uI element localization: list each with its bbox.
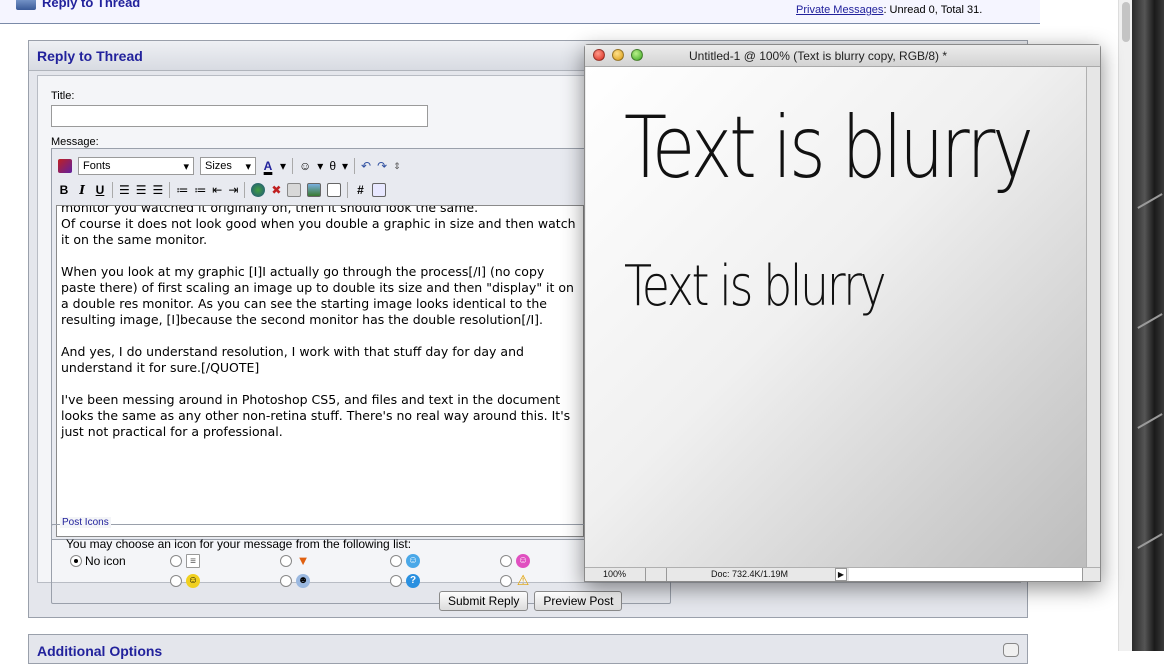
icon-radio[interactable] xyxy=(280,555,292,567)
ps-status-icon[interactable] xyxy=(645,568,667,581)
warning-icon: ⚠ xyxy=(516,572,530,588)
page-scrollbar-thumb[interactable] xyxy=(1122,2,1130,42)
question-icon: ? xyxy=(406,574,420,588)
align-right-icon[interactable]: ☰ xyxy=(153,183,164,197)
chevron-down-icon: ▾ xyxy=(245,160,251,173)
insert-link-icon[interactable] xyxy=(251,183,266,197)
background-photo-strip xyxy=(1132,0,1164,651)
post-icons-legend: Post Icons xyxy=(60,517,111,528)
ps-vertical-scrollbar[interactable] xyxy=(1086,67,1100,567)
zoom-window-button[interactable] xyxy=(631,49,643,61)
outdent-icon[interactable]: ⇤ xyxy=(212,183,222,197)
icon-radio[interactable] xyxy=(390,575,402,587)
ps-zoom-level[interactable]: 100% xyxy=(603,569,626,579)
insert-icon[interactable]: θ xyxy=(329,159,336,173)
icon-radio[interactable] xyxy=(170,575,182,587)
additional-options-header: Additional Options xyxy=(37,643,163,659)
message-paragraph: monitor you watched it originally on, th… xyxy=(61,205,576,247)
photoshop-document-window: Untitled-1 @ 100% (Text is blurry copy, … xyxy=(584,44,1101,582)
chevron-down-icon[interactable]: ▾ xyxy=(342,159,348,173)
quote-icon[interactable] xyxy=(327,183,342,197)
remove-link-icon[interactable]: ✖ xyxy=(271,183,281,197)
no-icon-radio[interactable] xyxy=(70,555,82,567)
chevron-down-icon[interactable]: ▾ xyxy=(280,159,286,173)
icon-radio[interactable] xyxy=(500,555,512,567)
chevron-down-icon: ▾ xyxy=(183,160,189,173)
message-paragraph: I've been messing around in Photoshop CS… xyxy=(61,392,571,439)
title-label: Title: xyxy=(51,90,75,102)
submit-row: Submit Reply Preview Post xyxy=(439,591,623,611)
icon-radio[interactable] xyxy=(390,555,402,567)
unordered-list-icon[interactable]: ≔ xyxy=(194,183,206,197)
ps-canvas[interactable]: Text is blurry Text is blurry xyxy=(586,67,1086,567)
cool-icon: ☻ xyxy=(296,574,310,588)
ps-status-bar: 100% Doc: 732.4K/1.19M ▶ xyxy=(585,567,1100,581)
italic-button[interactable]: I xyxy=(76,183,88,197)
size-select[interactable]: Sizes ▾ xyxy=(200,157,256,175)
no-icon-label: No icon xyxy=(85,554,126,568)
editor-toolbar: Fonts ▾ Sizes ▾ A ▾ ☺ ▾ θ ▾ ↶ ↷ ⇕ B I U … xyxy=(52,149,590,203)
top-reply-title-text: Reply to Thread xyxy=(42,0,141,10)
minimize-window-button[interactable] xyxy=(612,49,624,61)
remove-format-icon[interactable] xyxy=(58,159,72,173)
toolbar-row-2: B I U ☰ ☰ ☰ ≔ ≔ ⇤ ⇥ ✖ # xyxy=(58,179,387,201)
insert-email-icon[interactable] xyxy=(287,183,302,197)
grin-icon: ☺ xyxy=(516,554,530,568)
redo-icon[interactable]: ↷ xyxy=(377,159,387,173)
reply-thread-icon xyxy=(16,0,36,10)
undo-icon[interactable]: ↶ xyxy=(361,159,371,173)
toolbar-row-1: Fonts ▾ Sizes ▾ A ▾ ☺ ▾ θ ▾ ↶ ↷ ⇕ xyxy=(58,155,401,177)
message-paragraph: When you look at my graphic [I]I actuall… xyxy=(61,264,574,327)
title-input[interactable] xyxy=(51,105,428,127)
align-center-icon[interactable]: ☰ xyxy=(136,183,147,197)
canvas-medium-text: Text is blurry xyxy=(624,254,887,319)
preview-post-button[interactable]: Preview Post xyxy=(534,591,623,611)
ps-titlebar[interactable]: Untitled-1 @ 100% (Text is blurry copy, … xyxy=(585,45,1100,67)
ps-window-title: Untitled-1 @ 100% (Text is blurry copy, … xyxy=(689,49,948,63)
message-editor: Fonts ▾ Sizes ▾ A ▾ ☺ ▾ θ ▾ ↶ ↷ ⇕ B I U … xyxy=(51,148,591,540)
submit-reply-button[interactable]: Submit Reply xyxy=(439,591,529,611)
message-label: Message: xyxy=(51,136,99,148)
indent-icon[interactable]: ⇥ xyxy=(228,183,238,197)
collapse-icon[interactable] xyxy=(1003,643,1019,657)
chevron-down-icon[interactable]: ▾ xyxy=(317,159,323,173)
happy-icon: ☺ xyxy=(186,574,200,588)
private-messages-status: : Unread 0, Total 31. xyxy=(883,4,983,16)
icon-radio[interactable] xyxy=(170,555,182,567)
ps-doc-info: Doc: 732.4K/1.19M xyxy=(711,569,789,579)
ordered-list-icon[interactable]: ≔ xyxy=(176,183,188,197)
font-select-label: Fonts xyxy=(83,160,111,172)
code-button[interactable]: # xyxy=(354,183,366,197)
icon-radio[interactable] xyxy=(500,575,512,587)
underline-button[interactable]: U xyxy=(94,183,106,197)
private-messages-link[interactable]: Private Messages xyxy=(796,4,883,16)
insert-image-icon[interactable] xyxy=(307,183,322,197)
font-select[interactable]: Fonts ▾ xyxy=(78,157,194,175)
php-code-icon[interactable] xyxy=(372,183,387,197)
icon-radio[interactable] xyxy=(280,575,292,587)
page-scrollbar[interactable] xyxy=(1118,0,1132,651)
close-window-button[interactable] xyxy=(593,49,605,61)
ps-status-menu-icon[interactable]: ▶ xyxy=(835,568,847,581)
additional-options-panel: Additional Options xyxy=(28,634,1028,664)
top-reply-title[interactable]: Reply to Thread xyxy=(16,0,140,10)
document-icon: ≡ xyxy=(186,554,200,568)
canvas-large-text: Text is blurry xyxy=(624,98,1034,198)
text-color-icon[interactable]: A xyxy=(262,159,274,173)
ps-horizontal-scrollbar[interactable] xyxy=(849,568,1083,581)
message-paragraph: And yes, I do understand resolution, I w… xyxy=(61,344,524,375)
bold-button[interactable]: B xyxy=(58,183,70,197)
align-left-icon[interactable]: ☰ xyxy=(119,183,130,197)
private-messages-line: Private Messages: Unread 0, Total 31. xyxy=(796,4,982,16)
message-textarea[interactable]: monitor you watched it originally on, th… xyxy=(56,205,584,537)
size-select-label: Sizes xyxy=(205,160,232,172)
post-icons-description: You may choose an icon for your message … xyxy=(66,537,412,551)
forum-top-strip: Reply to Thread Private Messages: Unread… xyxy=(0,0,1040,24)
thumbs-down-icon: ▼ xyxy=(296,553,310,568)
smiley-icon[interactable]: ☺ xyxy=(299,159,311,173)
resize-icon[interactable]: ⇕ xyxy=(393,161,401,172)
smile-icon: ☺ xyxy=(406,554,420,568)
